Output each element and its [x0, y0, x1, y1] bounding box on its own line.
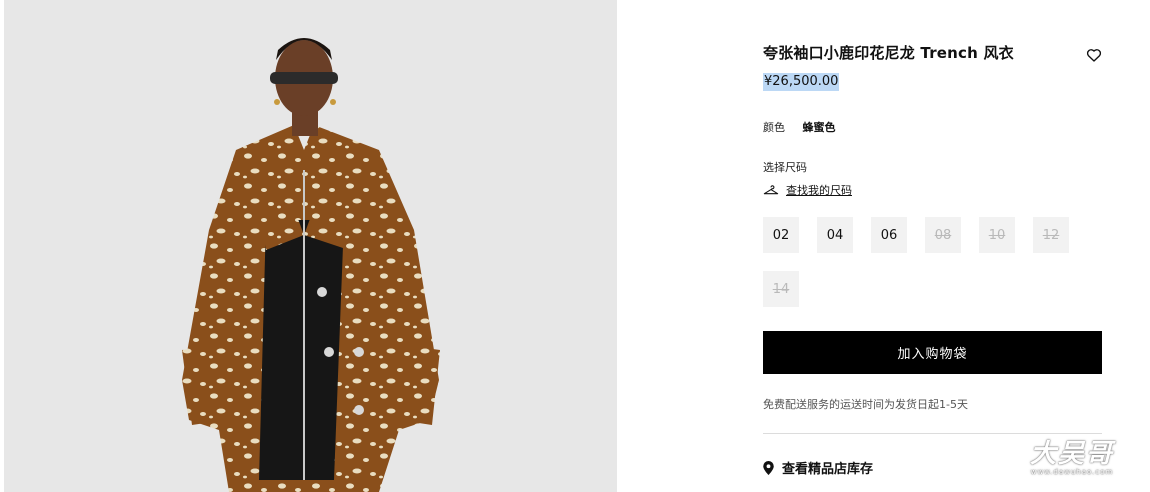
size-option-14[interactable]: 14 — [763, 271, 799, 307]
heart-icon[interactable] — [1085, 46, 1103, 64]
color-row: 颜色 蜂蜜色 — [763, 119, 836, 135]
size-option-10[interactable]: 10 — [979, 217, 1015, 253]
hanger-icon — [763, 185, 779, 195]
size-option-08[interactable]: 08 — [925, 217, 961, 253]
product-page: 夸张袖口小鹿印花尼龙 Trench 风衣 ¥26,500.00 颜色 蜂蜜色 选… — [0, 0, 1150, 492]
delivery-note: 免费配送服务的运送时间为发货日起1-5天 — [763, 398, 968, 411]
size-option-12[interactable]: 12 — [1033, 217, 1069, 253]
size-guide-label: 查找我的尺码 — [786, 184, 852, 197]
size-label: 选择尺码 — [763, 161, 807, 174]
watermark-text: 大吴哥 — [1030, 439, 1115, 469]
color-label: 颜色 — [763, 121, 785, 134]
size-guide-link[interactable]: 查找我的尺码 — [763, 182, 852, 198]
store-stock-label: 查看精品店库存 — [782, 462, 874, 477]
size-option-04[interactable]: 04 — [817, 217, 853, 253]
watermark-url: www.dawuhao.com — [1030, 468, 1114, 476]
add-to-bag-button[interactable]: 加入购物袋 — [763, 331, 1102, 374]
watermark: 大吴哥 www.dawuhao.com — [1030, 433, 1114, 476]
product-price: ¥26,500.00 — [763, 73, 840, 91]
color-value: 蜂蜜色 — [802, 121, 836, 134]
product-details: 夸张袖口小鹿印花尼龙 Trench 风衣 ¥26,500.00 颜色 蜂蜜色 选… — [763, 0, 1103, 492]
size-option-06[interactable]: 06 — [871, 217, 907, 253]
location-pin-icon — [763, 460, 774, 475]
product-image — [4, 0, 617, 492]
size-option-02[interactable]: 02 — [763, 217, 799, 253]
store-stock-link[interactable]: 查看精品店库存 — [763, 458, 873, 477]
product-title: 夸张袖口小鹿印花尼龙 Trench 风衣 — [763, 44, 1014, 62]
